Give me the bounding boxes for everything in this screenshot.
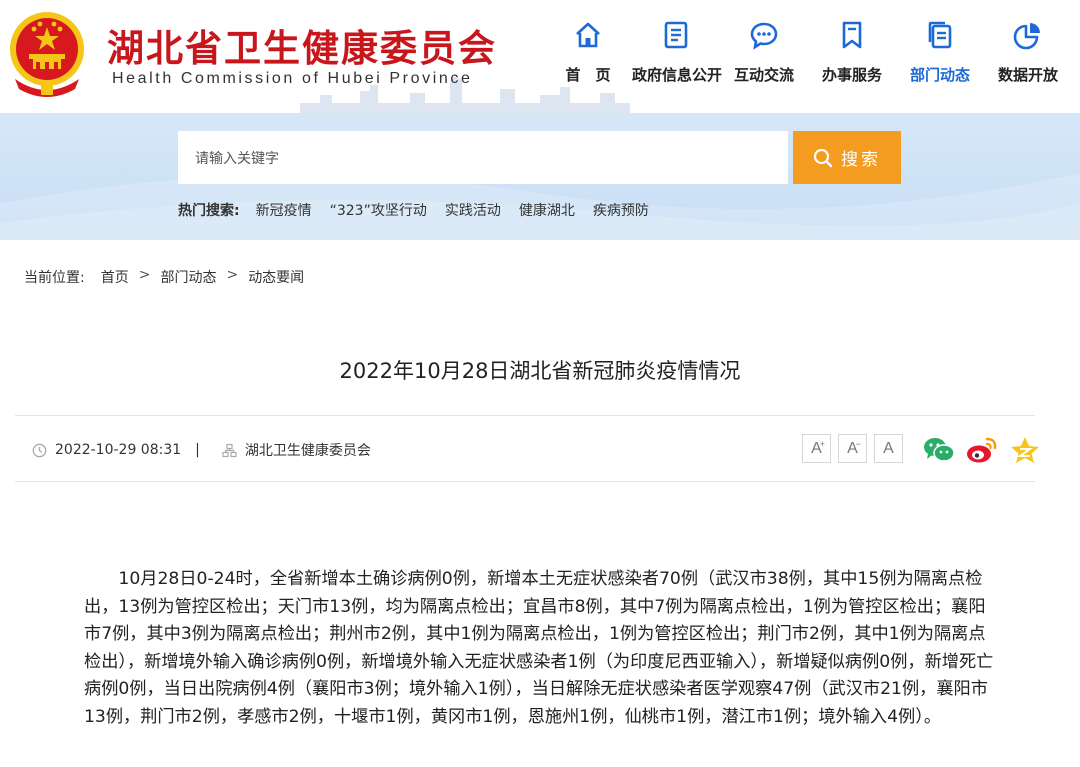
clock-icon bbox=[32, 443, 47, 457]
article-source: 湖北卫生健康委员会 bbox=[244, 443, 371, 459]
search-button-label: 搜索 bbox=[841, 150, 881, 170]
site-subtitle: Health Commission of Hubei Province bbox=[112, 70, 473, 87]
qzone-star-icon[interactable] bbox=[1008, 434, 1042, 466]
hot-search-link[interactable]: “323”攻坚行动 bbox=[330, 200, 427, 220]
nav-item-dept-news[interactable]: 部门动态 bbox=[896, 20, 984, 85]
nav-item-label: 办事服务 bbox=[821, 66, 882, 84]
nav-item-interaction[interactable]: 互动交流 bbox=[720, 20, 808, 85]
nav-item-label: 互动交流 bbox=[733, 66, 794, 84]
site-header: 湖北省卫生健康委员会 Health Commission of Hubei Pr… bbox=[0, 0, 1080, 113]
article-meta: 2022-10-29 08:31 | 湖北卫生健康委员会 bbox=[32, 440, 371, 460]
font-size-label: A bbox=[883, 439, 894, 457]
article-title: 2022年10月28日湖北省新冠肺炎疫情情况 bbox=[339, 359, 741, 383]
search-input[interactable] bbox=[178, 131, 788, 184]
search-button[interactable]: 搜索 bbox=[793, 131, 901, 184]
font-size-controls: A + A − A bbox=[802, 434, 910, 463]
hot-search-bar: 热门搜索: 新冠疫情 “323”攻坚行动 实践活动 健康湖北 疾病预防 bbox=[178, 200, 667, 220]
breadcrumb-prefix: 当前位置: bbox=[24, 270, 85, 286]
national-emblem-logo bbox=[10, 12, 84, 97]
hot-search-label: 热门搜索: bbox=[178, 203, 240, 219]
source-icon bbox=[222, 443, 237, 457]
nav-item-home[interactable]: 首 页 bbox=[544, 20, 632, 85]
document-icon bbox=[664, 21, 688, 49]
breadcrumb: 当前位置: 首页 > 部门动态 > 动态要闻 bbox=[24, 267, 314, 287]
nav-item-services[interactable]: 办事服务 bbox=[808, 20, 896, 85]
nav-item-label: 部门动态 bbox=[909, 66, 970, 84]
bookmark-icon bbox=[842, 21, 862, 49]
wechat-icon[interactable] bbox=[922, 434, 956, 466]
nav-item-label: 首 页 bbox=[565, 66, 611, 84]
meta-divider: | bbox=[195, 442, 200, 458]
hot-search-link[interactable]: 实践活动 bbox=[445, 200, 501, 220]
breadcrumb-separator: > bbox=[226, 267, 239, 283]
search-icon bbox=[813, 148, 833, 167]
site-title: 湖北省卫生健康委员会 bbox=[107, 26, 497, 70]
search-band: 搜索 热门搜索: 新冠疫情 “323”攻坚行动 实践活动 健康湖北 疾病预防 bbox=[0, 113, 1080, 240]
breadcrumb-separator: > bbox=[138, 267, 151, 283]
hot-search-link[interactable]: 健康湖北 bbox=[519, 200, 575, 220]
share-bar bbox=[922, 434, 1051, 466]
font-size-reset-button[interactable]: A bbox=[874, 434, 903, 463]
font-size-decrease-button[interactable]: A − bbox=[838, 434, 867, 463]
publish-date: 2022-10-29 08:31 bbox=[55, 442, 182, 458]
nav-item-gov-info[interactable]: 政府信息公开 bbox=[632, 20, 723, 85]
font-size-increase-button[interactable]: A + bbox=[802, 434, 831, 463]
pie-chart-icon bbox=[1013, 23, 1040, 50]
hot-search-link[interactable]: 疾病预防 bbox=[593, 200, 649, 220]
home-icon bbox=[576, 22, 600, 48]
breadcrumb-item-home[interactable]: 首页 bbox=[101, 267, 129, 287]
breadcrumb-item-news-highlights[interactable]: 动态要闻 bbox=[248, 267, 304, 287]
hot-search-link[interactable]: 新冠疫情 bbox=[256, 200, 312, 220]
nav-item-open-data[interactable]: 数据开放 bbox=[984, 20, 1072, 85]
nav-item-label: 数据开放 bbox=[997, 66, 1058, 84]
main-nav: 首 页 政府信息公开 互动交流 办事服务 部门动态 数据开放 bbox=[544, 20, 1072, 85]
meta-divider-line bbox=[15, 481, 1035, 482]
weibo-icon[interactable] bbox=[965, 434, 999, 466]
chat-icon bbox=[750, 22, 778, 50]
breadcrumb-item-dept-news[interactable]: 部门动态 bbox=[160, 267, 216, 287]
copy-icon bbox=[928, 21, 952, 49]
nav-item-label: 政府信息公开 bbox=[632, 66, 723, 84]
article-body: 10月28日0-24时，全省新增本土确诊病例0例，新增本土无症状感染者70例（武… bbox=[84, 569, 994, 727]
title-divider bbox=[15, 415, 1035, 416]
